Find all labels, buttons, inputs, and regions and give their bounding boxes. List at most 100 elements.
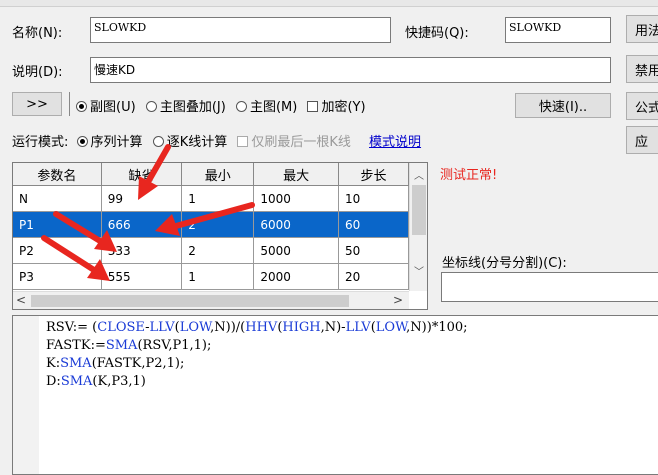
param-name-cell[interactable]: N xyxy=(13,185,102,212)
scroll-left-icon[interactable]: < xyxy=(16,293,26,307)
radio-per-bar[interactable]: 逐K线计算 xyxy=(152,135,228,150)
expand-button[interactable]: >> xyxy=(12,92,62,116)
name-label: 名称(N): xyxy=(12,26,63,41)
description-label: 说明(D): xyxy=(12,65,63,80)
last-bar-label: 仅刷最后一根K线 xyxy=(251,135,351,150)
status-text: 测试正常! xyxy=(440,168,498,183)
param-step-cell[interactable]: 10 xyxy=(338,185,410,212)
param-max-cell[interactable]: 2000 xyxy=(253,263,339,290)
param-default-cell[interactable]: 555 xyxy=(101,263,183,290)
header-step[interactable]: 步长 xyxy=(338,163,410,186)
code-text: FASTK:= xyxy=(46,338,106,353)
radio-per-bar-label: 逐K线计算 xyxy=(166,135,228,150)
radio-subchart-dot xyxy=(76,101,87,112)
code-text: ,N))/( xyxy=(210,320,246,335)
params-table-container: 参数名 缺省 最小 最大 步长 N 99 1 1000 10 P1 666 2 … xyxy=(12,162,428,310)
param-max-cell[interactable]: 6000 xyxy=(253,211,339,238)
param-name-cell[interactable]: P2 xyxy=(13,237,102,264)
mode-help-link[interactable]: 模式说明 xyxy=(369,135,421,150)
code-line[interactable]: FASTK:=SMA(RSV,P1,1); xyxy=(46,337,468,355)
radio-sequence[interactable]: 序列计算 xyxy=(76,135,143,150)
table-row[interactable]: N 99 1 1000 10 xyxy=(13,185,410,212)
param-min-cell[interactable]: 1 xyxy=(181,185,255,212)
param-max-cell[interactable]: 5000 xyxy=(253,237,339,264)
scrollbar-thumb[interactable] xyxy=(412,185,426,235)
radio-per-bar-dot xyxy=(152,136,164,147)
top-edge xyxy=(0,0,658,7)
param-min-cell[interactable]: 2 xyxy=(181,211,255,238)
scroll-right-icon[interactable]: > xyxy=(393,293,403,307)
formula-editor[interactable]: RSV:= (CLOSE-LLV(LOW,N))/(HHV(HIGH,N)-LL… xyxy=(12,315,658,475)
shortcut-label: 快捷码(Q): xyxy=(405,26,469,41)
code-text: K: xyxy=(46,356,61,371)
param-default-cell[interactable]: 666 xyxy=(101,211,183,238)
chart-type-radio-group: 副图(U) 主图叠加(J) 主图(M) 加密(Y) xyxy=(76,96,366,115)
radio-sequence-dot xyxy=(76,136,88,147)
radio-main-dot xyxy=(235,101,247,112)
param-name-cell[interactable]: P3 xyxy=(13,263,102,290)
param-default-cell[interactable]: 99 xyxy=(101,185,183,212)
description-input[interactable]: 慢速KD xyxy=(90,57,611,83)
toolbar-divider xyxy=(69,92,70,116)
code-line[interactable]: RSV:= (CLOSE-LLV(LOW,N))/(HHV(HIGH,N)-LL… xyxy=(46,319,468,337)
param-default-cell[interactable]: 333 xyxy=(101,237,183,264)
code-keyword: HHV xyxy=(245,320,278,335)
code-text: (K,P3,1) xyxy=(92,374,146,389)
shortcut-input[interactable]: SLOWKD xyxy=(505,17,611,43)
formula-button[interactable]: 公式 xyxy=(626,92,658,120)
param-step-cell[interactable]: 50 xyxy=(338,237,410,264)
radio-main[interactable]: 主图(M) xyxy=(235,100,297,115)
param-min-cell[interactable]: 1 xyxy=(181,263,255,290)
param-step-cell[interactable]: 20 xyxy=(338,263,410,290)
code-text: (RSV,P1,1); xyxy=(137,338,212,353)
param-name-cell[interactable]: P1 xyxy=(13,211,102,238)
disable-button[interactable]: 禁用 xyxy=(626,55,658,83)
formula-code[interactable]: RSV:= (CLOSE-LLV(LOW,N))/(HHV(HIGH,N)-LL… xyxy=(46,319,468,391)
code-keyword: SMA xyxy=(105,338,138,353)
name-input[interactable]: SLOWKD xyxy=(90,17,391,43)
header-min[interactable]: 最小 xyxy=(181,163,255,186)
table-horizontal-scrollbar[interactable]: < > xyxy=(13,291,409,309)
code-text: D: xyxy=(46,374,61,389)
radio-overlay-label: 主图叠加(J) xyxy=(159,100,226,115)
code-keyword: LOW xyxy=(375,320,407,335)
header-max[interactable]: 最大 xyxy=(253,163,339,186)
last-bar-checkbox-box xyxy=(237,136,249,147)
header-param-name[interactable]: 参数名 xyxy=(13,163,102,186)
code-line[interactable]: D:SMA(K,P3,1) xyxy=(46,373,468,391)
radio-sequence-label: 序列计算 xyxy=(90,135,143,150)
radio-subchart-label: 副图(U) xyxy=(90,100,136,115)
param-max-cell[interactable]: 1000 xyxy=(253,185,339,212)
table-vertical-scrollbar[interactable]: ︿ ﹀ xyxy=(409,163,427,291)
code-text: ,N)- xyxy=(320,320,346,335)
table-row-selected[interactable]: P1 666 2 6000 60 xyxy=(13,211,410,238)
apply-button[interactable]: 应 xyxy=(626,126,658,154)
usage-button[interactable]: 用法 xyxy=(626,15,658,43)
table-row[interactable]: P3 555 1 2000 20 xyxy=(13,263,410,290)
code-keyword: LLV xyxy=(345,320,371,335)
code-keyword: SMA xyxy=(60,356,92,371)
last-bar-checkbox[interactable]: 仅刷最后一根K线 xyxy=(237,135,351,150)
code-text: ,N))*100; xyxy=(406,320,468,335)
radio-subchart[interactable]: 副图(U) xyxy=(76,100,136,115)
coord-lines-input[interactable] xyxy=(441,272,658,302)
code-keyword: CLOSE xyxy=(97,320,146,335)
table-row[interactable]: P2 333 2 5000 50 xyxy=(13,237,410,264)
params-header-row: 参数名 缺省 最小 最大 步长 xyxy=(13,163,410,186)
run-mode-label: 运行模式: xyxy=(12,135,69,150)
coord-lines-label: 坐标线(分号分割)(C): xyxy=(442,256,567,271)
code-keyword: LOW xyxy=(179,320,211,335)
param-step-cell[interactable]: 60 xyxy=(338,211,410,238)
scroll-up-icon[interactable]: ︿ xyxy=(410,167,427,182)
run-mode-row: 运行模式: 序列计算 逐K线计算 仅刷最后一根K线 模式说明 xyxy=(12,131,421,150)
param-min-cell[interactable]: 2 xyxy=(181,237,255,264)
radio-overlay[interactable]: 主图叠加(J) xyxy=(145,100,226,115)
scroll-down-icon[interactable]: ﹀ xyxy=(410,263,427,278)
editor-gutter xyxy=(13,316,39,474)
code-keyword: HIGH xyxy=(282,320,321,335)
header-default[interactable]: 缺省 xyxy=(101,163,183,186)
code-line[interactable]: K:SMA(FASTK,P2,1); xyxy=(46,355,468,373)
quick-button[interactable]: 快速(I).. xyxy=(515,93,611,118)
h-scrollbar-thumb[interactable] xyxy=(31,295,349,307)
encrypt-checkbox[interactable]: 加密(Y) xyxy=(307,100,366,115)
